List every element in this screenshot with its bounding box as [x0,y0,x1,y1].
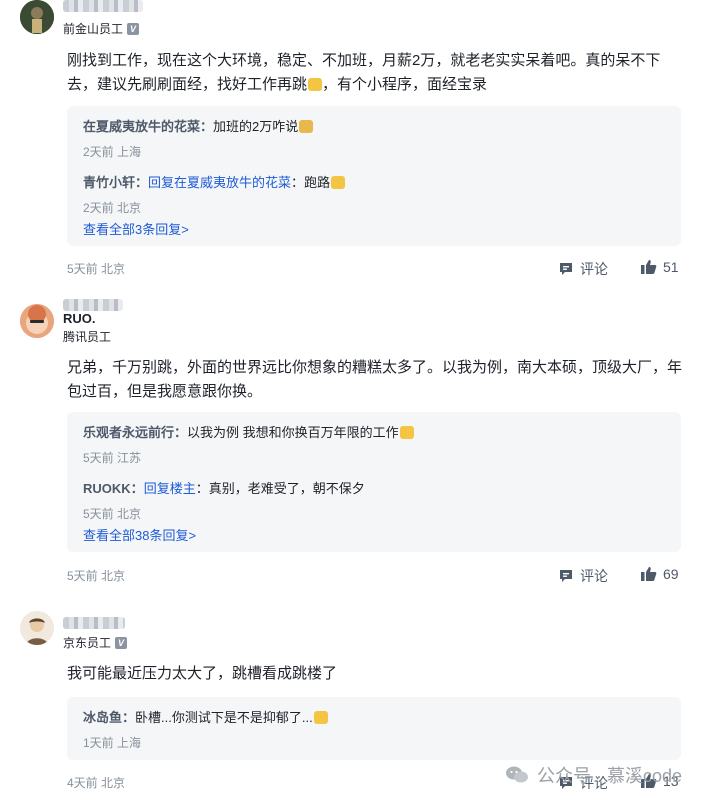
comment-icon [560,570,572,582]
watermark: 公众号 · 慕溪code [505,762,682,788]
author-company: 腾讯员工 [63,328,111,345]
reply-meta: 1天前 上海 [83,736,142,750]
company-label: 前金山员工 [63,22,124,36]
reply-item[interactable]: RUOKK：回复楼主：真别，老难受了，朝不保夕 [83,478,365,497]
comment-meta: 4天前 北京 [67,776,126,790]
watermark-text: 公众号 · 慕溪code [537,766,683,786]
author-company: 京东员工 V [63,634,128,651]
comment-content: 刚找到工作，现在这个大环境，稳定、不加班，月薪2万，就老老实实呆着吧。真的呆不下… [67,49,682,97]
reply-text: 加班的2万咋说 [213,119,299,134]
emoji-icon [331,176,346,189]
reply-author[interactable]: 在夏威夷放牛的花菜 [83,119,200,134]
reply-author[interactable]: RUOKK [83,481,131,496]
like-button[interactable]: 51 [640,259,679,275]
comment-icon [560,263,572,275]
reply-text: 以我为例 我想和你换百万年限的工作 [187,425,399,440]
like-button[interactable]: 69 [640,566,679,582]
like-count: 51 [663,259,679,275]
comment-content: 兄弟，千万别跳，外面的世界远比你想象的糟糕太多了。以我为例，南大本硕，顶级大厂，… [67,359,683,400]
verified-icon: V [115,636,128,649]
reply-box: 冰岛鱼：卧槽...你测试下是不是抑郁了... 1天前 上海 [67,697,681,760]
reply-text: 卧槽...你测试下是不是抑郁了... [135,710,313,725]
reply-item[interactable]: 在夏威夷放牛的花菜：加班的2万咋说 [83,116,314,135]
view-all-replies-link[interactable]: 查看全部38条回复> [83,525,196,544]
reply-item[interactable]: 青竹小轩：回复在夏威夷放牛的花菜：跑路 [83,172,346,191]
emoji-icon [399,426,414,439]
reply-text: 跑路 [304,175,331,190]
wechat-icon [506,766,528,783]
comment-meta: 5天前 北京 [67,569,126,583]
username-blurred[interactable] [63,617,125,629]
comment-button[interactable]: 评论 [558,259,608,279]
author-company: 前金山员工 V [63,20,140,37]
avatar[interactable] [20,304,54,338]
comment-label: 评论 [580,568,608,584]
reply-author[interactable]: 乐观者永远前行 [83,425,174,440]
comment-label: 评论 [580,261,608,277]
comment-button[interactable]: 评论 [558,566,608,586]
comment-content: 我可能最近压力太大了，跳槽看成跳楼了 [67,665,338,682]
company-label: 腾讯员工 [63,330,112,344]
reply-box: 在夏威夷放牛的花菜：加班的2万咋说 2天前 上海 青竹小轩：回复在夏威夷放牛的花… [67,106,681,246]
thumbs-up-icon [641,567,657,581]
reply-author[interactable]: 冰岛鱼 [83,710,122,725]
reply-item[interactable]: 冰岛鱼：卧槽...你测试下是不是抑郁了... [83,707,328,726]
emoji-icon [299,120,314,133]
avatar[interactable] [20,611,54,645]
author-username[interactable]: RUO. [63,311,96,326]
company-label: 京东员工 [63,636,112,650]
comment-text-tail: ，有个小程序，面经宝录 [322,76,488,93]
reply-item[interactable]: 乐观者永远前行：以我为例 我想和你换百万年限的工作 [83,422,414,441]
reply-meta: 2天前 北京 [83,201,142,215]
reply-meta: 5天前 江苏 [83,451,142,465]
reply-text: 真别，老难受了，朝不保夕 [208,481,365,496]
reply-author[interactable]: 青竹小轩 [83,175,135,190]
reply-to-link[interactable]: 回复楼主 [144,481,196,496]
reply-meta: 2天前 上海 [83,145,142,159]
username-blurred[interactable] [63,0,143,12]
thumbs-up-icon [641,260,657,274]
username-blurred[interactable] [63,299,123,311]
reply-to-link[interactable]: 回复在夏威夷放牛的花菜 [148,175,291,190]
verified-icon: V [127,22,140,35]
reply-meta: 5天前 北京 [83,507,142,521]
like-count: 69 [663,566,679,582]
comment-meta: 5天前 北京 [67,262,126,276]
view-all-replies-link[interactable]: 查看全部3条回复> [83,219,189,238]
emoji-icon [313,711,328,724]
avatar[interactable] [20,0,54,34]
reply-box: 乐观者永远前行：以我为例 我想和你换百万年限的工作 5天前 江苏 RUOKK：回… [67,412,681,552]
emoji-icon [308,78,323,91]
